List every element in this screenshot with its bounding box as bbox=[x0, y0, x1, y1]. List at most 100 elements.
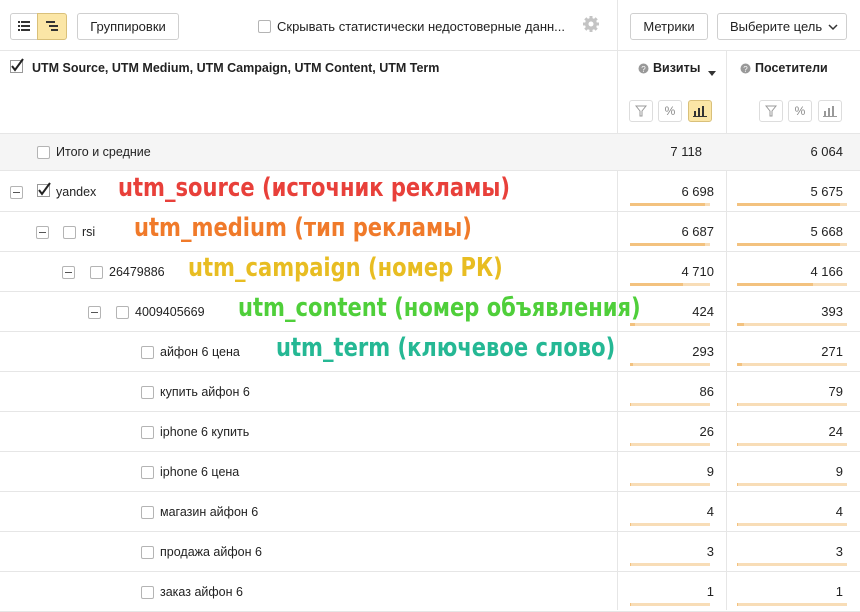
row-visits: 26 bbox=[699, 424, 714, 439]
visits-bar-chart-icon[interactable] bbox=[688, 100, 712, 122]
visits-percent-icon[interactable]: % bbox=[658, 100, 682, 122]
row-checkbox[interactable] bbox=[141, 546, 154, 559]
dimensions-checkbox-checked[interactable] bbox=[10, 58, 24, 73]
row-visitors: 9 bbox=[835, 464, 843, 479]
row-checkbox[interactable] bbox=[63, 226, 76, 239]
row-label[interactable]: yandex bbox=[56, 185, 96, 199]
visits-info-icon[interactable]: ? bbox=[638, 62, 649, 77]
visitors-bar bbox=[737, 443, 847, 446]
row-visitors: 3 bbox=[835, 544, 843, 559]
collapse-toggle-icon[interactable] bbox=[10, 186, 23, 199]
visitors-bar-fill bbox=[737, 203, 840, 206]
visitors-bar-fill bbox=[737, 283, 813, 286]
row-checkbox[interactable] bbox=[141, 466, 154, 479]
visits-bar-fill bbox=[630, 323, 635, 326]
row-label[interactable]: продажа айфон 6 bbox=[160, 545, 262, 559]
row-label[interactable]: 4009405669 bbox=[135, 305, 205, 319]
row-visits: 86 bbox=[699, 384, 714, 399]
visits-bar bbox=[630, 603, 710, 606]
visitors-filter-icon[interactable] bbox=[759, 100, 783, 122]
hide-unreliable-label: Скрывать статистически недостоверные дан… bbox=[277, 19, 566, 34]
visitors-percent-icon[interactable]: % bbox=[788, 100, 812, 122]
collapse-toggle-icon[interactable] bbox=[36, 226, 49, 239]
visitors-info-icon[interactable]: ? bbox=[740, 62, 751, 77]
sort-desc-icon[interactable] bbox=[708, 65, 716, 80]
row-label[interactable]: rsi bbox=[82, 225, 95, 239]
visits-bar-fill bbox=[630, 363, 633, 366]
row-checkbox[interactable] bbox=[116, 306, 129, 319]
collapse-toggle-icon[interactable] bbox=[62, 266, 75, 279]
row-visits: 4 bbox=[706, 504, 714, 519]
row-visitors: 1 bbox=[835, 584, 843, 599]
visits-bar-fill bbox=[630, 443, 631, 446]
row-divider bbox=[0, 451, 860, 452]
visitors-bar-fill bbox=[737, 603, 738, 606]
row-visitors: 5 675 bbox=[810, 184, 843, 199]
row-visitors: 4 bbox=[835, 504, 843, 519]
visits-bar-fill bbox=[630, 603, 631, 606]
row-visits: 1 bbox=[706, 584, 714, 599]
row-label[interactable]: iphone 6 цена bbox=[160, 465, 239, 479]
visitors-header[interactable]: Посетители bbox=[755, 61, 828, 75]
collapse-toggle-icon[interactable] bbox=[88, 306, 101, 319]
row-divider bbox=[0, 491, 860, 492]
tree-icon bbox=[46, 19, 58, 34]
svg-text:?: ? bbox=[743, 65, 748, 74]
totals-visitors: 6 064 bbox=[810, 144, 843, 159]
annotation-utm-campaign: utm_campaign (номер РК) bbox=[188, 253, 503, 283]
goal-select[interactable]: Выберите цель bbox=[717, 13, 847, 40]
svg-text:?: ? bbox=[641, 65, 646, 74]
row-visits: 424 bbox=[692, 304, 714, 319]
visits-bar bbox=[630, 483, 710, 486]
row-visitors: 271 bbox=[821, 344, 843, 359]
visitors-bar-chart-icon[interactable] bbox=[818, 100, 842, 122]
visitors-bar bbox=[737, 563, 847, 566]
visitors-bar bbox=[737, 403, 847, 406]
row-checkbox[interactable] bbox=[141, 426, 154, 439]
row-checkbox[interactable] bbox=[141, 346, 154, 359]
row-label[interactable]: iphone 6 купить bbox=[160, 425, 249, 439]
visitors-bar bbox=[737, 363, 847, 366]
visits-bar-fill bbox=[630, 243, 705, 246]
visitors-bar bbox=[737, 603, 847, 606]
visits-filter-icon[interactable] bbox=[629, 100, 653, 122]
row-checkbox-checked[interactable] bbox=[37, 182, 53, 201]
row-visitors: 393 bbox=[821, 304, 843, 319]
header-top-border bbox=[0, 50, 860, 51]
row-label[interactable]: 26479886 bbox=[109, 265, 165, 279]
row-checkbox[interactable] bbox=[141, 386, 154, 399]
tree-view-button[interactable] bbox=[37, 13, 67, 40]
row-checkbox[interactable] bbox=[141, 506, 154, 519]
dimensions-title[interactable]: UTM Source, UTM Medium, UTM Campaign, UT… bbox=[32, 61, 439, 75]
row-label[interactable]: айфон 6 цена bbox=[160, 345, 240, 359]
annotation-utm-source: utm_source (источник рекламы) bbox=[118, 173, 511, 203]
visitors-bar-fill bbox=[737, 363, 742, 366]
visits-bar-fill bbox=[630, 523, 631, 526]
visits-bar bbox=[630, 363, 710, 366]
row-label[interactable]: магазин айфон 6 bbox=[160, 505, 258, 519]
visitors-bar bbox=[737, 243, 847, 246]
row-label[interactable]: купить айфон 6 bbox=[160, 385, 250, 399]
visits-header[interactable]: Визиты bbox=[653, 61, 700, 75]
groupings-button[interactable]: Группировки bbox=[77, 13, 179, 40]
metrics-button[interactable]: Метрики bbox=[630, 13, 708, 40]
row-label[interactable]: заказ айфон 6 bbox=[160, 585, 243, 599]
gear-icon[interactable] bbox=[582, 15, 600, 33]
row-visits: 6 698 bbox=[681, 184, 714, 199]
visitors-bar-fill bbox=[737, 563, 738, 566]
visits-bar-fill bbox=[630, 483, 631, 486]
totals-checkbox[interactable] bbox=[37, 146, 50, 159]
visits-bar bbox=[630, 563, 710, 566]
row-visits: 9 bbox=[706, 464, 714, 479]
visits-bar bbox=[630, 203, 710, 206]
row-checkbox[interactable] bbox=[90, 266, 103, 279]
visits-bar bbox=[630, 403, 710, 406]
hide-unreliable-checkbox[interactable] bbox=[258, 20, 271, 33]
visits-bar bbox=[630, 443, 710, 446]
row-checkbox[interactable] bbox=[141, 586, 154, 599]
list-view-button[interactable] bbox=[10, 13, 38, 40]
visits-bar-fill bbox=[630, 403, 631, 406]
row-visits: 3 bbox=[706, 544, 714, 559]
visitors-bar bbox=[737, 483, 847, 486]
visitors-bar bbox=[737, 523, 847, 526]
